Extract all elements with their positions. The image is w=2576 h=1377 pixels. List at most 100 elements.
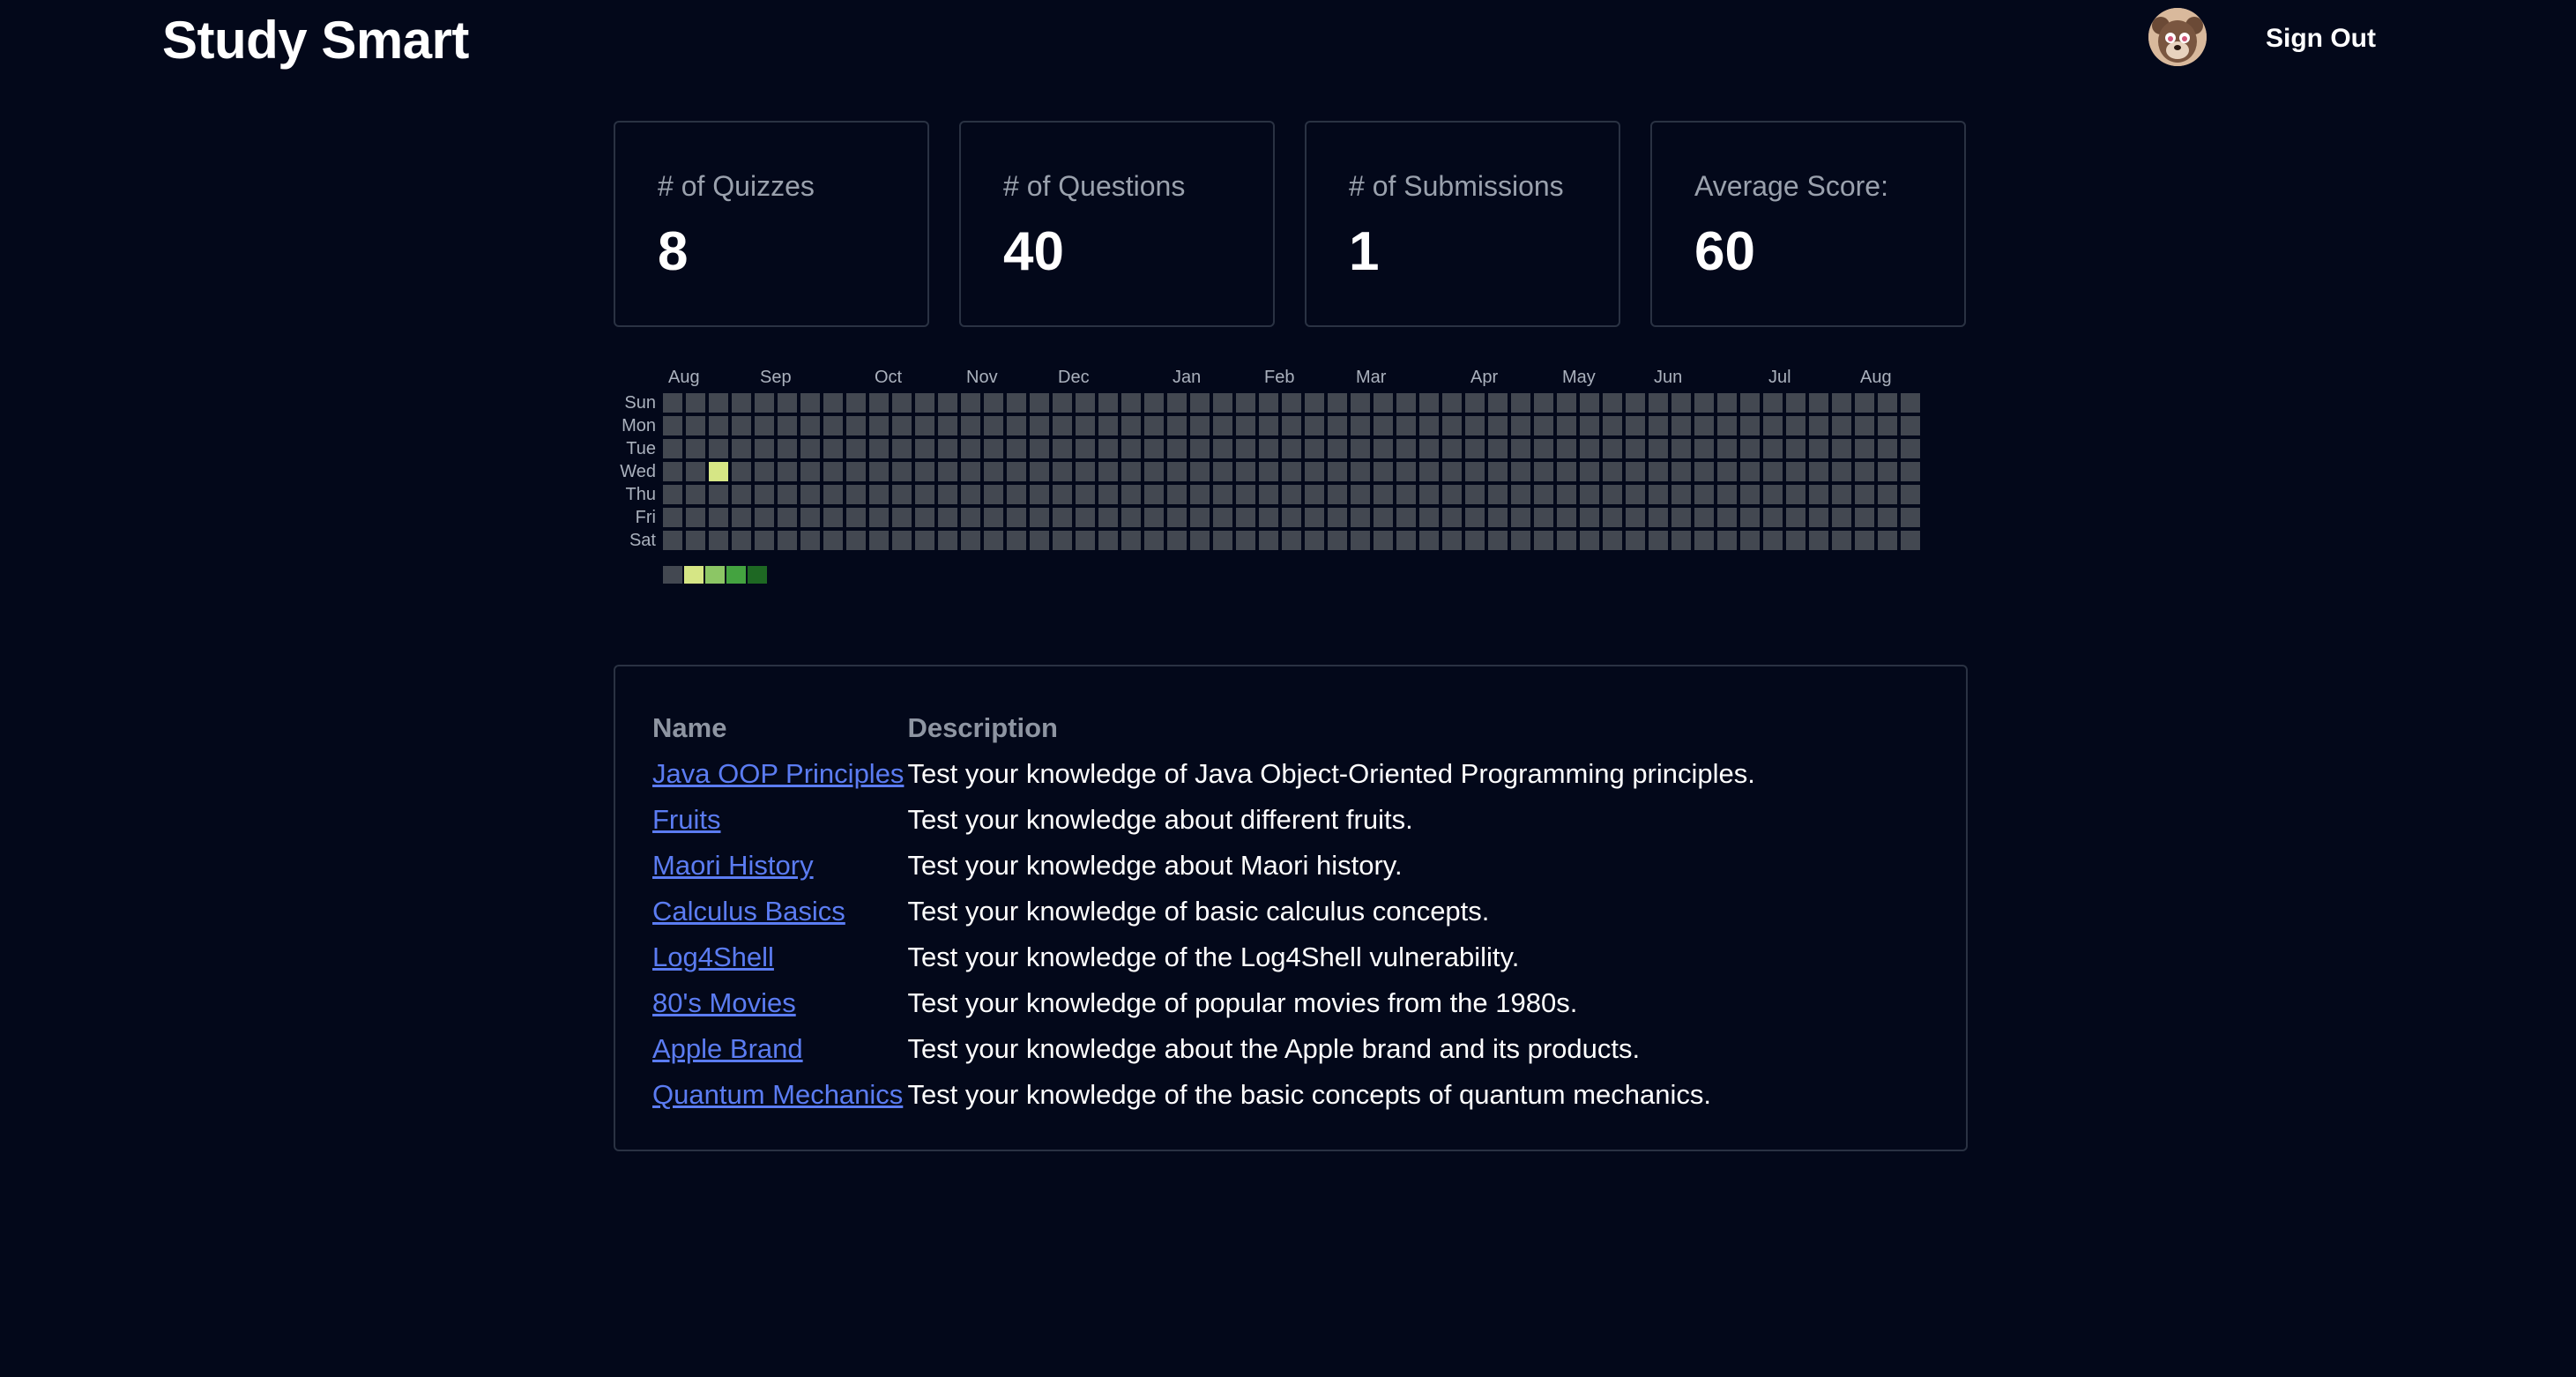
- heatmap-cell[interactable]: [1763, 485, 1783, 504]
- heatmap-cell[interactable]: [686, 462, 705, 481]
- heatmap-cell[interactable]: [1259, 416, 1278, 435]
- heatmap-cell[interactable]: [1282, 416, 1301, 435]
- heatmap-cell[interactable]: [1832, 416, 1851, 435]
- heatmap-cell[interactable]: [1740, 485, 1760, 504]
- heatmap-cell[interactable]: [1121, 462, 1141, 481]
- heatmap-cell[interactable]: [1488, 439, 1508, 458]
- heatmap-cell[interactable]: [1557, 531, 1576, 550]
- heatmap-cell[interactable]: [1763, 416, 1783, 435]
- heatmap-cell[interactable]: [938, 439, 957, 458]
- quiz-link[interactable]: Log4Shell: [652, 942, 774, 972]
- heatmap-cell[interactable]: [1855, 531, 1874, 550]
- heatmap-cell[interactable]: [1534, 485, 1553, 504]
- heatmap-cell[interactable]: [1167, 393, 1187, 413]
- heatmap-cell[interactable]: [938, 531, 957, 550]
- heatmap-cell[interactable]: [1855, 393, 1874, 413]
- heatmap-cell[interactable]: [823, 508, 843, 527]
- heatmap-cell[interactable]: [1580, 508, 1599, 527]
- heatmap-cell[interactable]: [1259, 393, 1278, 413]
- heatmap-cell[interactable]: [1305, 531, 1324, 550]
- heatmap-cell[interactable]: [1328, 462, 1347, 481]
- heatmap-cell[interactable]: [1626, 531, 1645, 550]
- heatmap-cell[interactable]: [1374, 416, 1393, 435]
- heatmap-cell[interactable]: [1832, 439, 1851, 458]
- heatmap-cell[interactable]: [1190, 439, 1210, 458]
- heatmap-cell[interactable]: [1351, 393, 1370, 413]
- heatmap-cell[interactable]: [1488, 462, 1508, 481]
- heatmap-cell[interactable]: [1488, 416, 1508, 435]
- heatmap-cell[interactable]: [1534, 531, 1553, 550]
- heatmap-cell[interactable]: [1878, 462, 1897, 481]
- heatmap-cell[interactable]: [1671, 485, 1691, 504]
- heatmap-cell[interactable]: [732, 485, 751, 504]
- heatmap-cell[interactable]: [732, 531, 751, 550]
- heatmap-cell[interactable]: [1626, 416, 1645, 435]
- heatmap-cell[interactable]: [800, 393, 820, 413]
- heatmap-cell[interactable]: [1007, 508, 1026, 527]
- heatmap-cell[interactable]: [709, 393, 728, 413]
- heatmap-cell[interactable]: [1442, 485, 1462, 504]
- heatmap-cell[interactable]: [1511, 508, 1530, 527]
- heatmap-cell[interactable]: [1098, 393, 1118, 413]
- heatmap-cell[interactable]: [1419, 416, 1439, 435]
- heatmap-cell[interactable]: [1328, 531, 1347, 550]
- heatmap-cell[interactable]: [1488, 508, 1508, 527]
- heatmap-cell[interactable]: [1213, 485, 1232, 504]
- heatmap-cell[interactable]: [1098, 416, 1118, 435]
- heatmap-cell[interactable]: [1282, 508, 1301, 527]
- heatmap-cell[interactable]: [1053, 462, 1072, 481]
- heatmap-cell[interactable]: [1626, 393, 1645, 413]
- heatmap-cell[interactable]: [663, 462, 682, 481]
- heatmap-cell[interactable]: [961, 485, 980, 504]
- heatmap-cell[interactable]: [846, 508, 866, 527]
- heatmap-cell[interactable]: [1190, 485, 1210, 504]
- heatmap-cell[interactable]: [1236, 485, 1255, 504]
- heatmap-cell[interactable]: [1098, 439, 1118, 458]
- heatmap-cell[interactable]: [1351, 531, 1370, 550]
- heatmap-cell[interactable]: [1213, 393, 1232, 413]
- heatmap-cell[interactable]: [1351, 439, 1370, 458]
- heatmap-cell[interactable]: [1855, 439, 1874, 458]
- heatmap-cell[interactable]: [1878, 416, 1897, 435]
- heatmap-cell[interactable]: [1511, 439, 1530, 458]
- heatmap-cell[interactable]: [846, 439, 866, 458]
- heatmap-cell[interactable]: [1259, 508, 1278, 527]
- heatmap-cell[interactable]: [1305, 416, 1324, 435]
- heatmap-cell[interactable]: [1809, 485, 1828, 504]
- heatmap-cell[interactable]: [1213, 508, 1232, 527]
- heatmap-cell[interactable]: [1190, 393, 1210, 413]
- heatmap-cell[interactable]: [1809, 439, 1828, 458]
- heatmap-cell[interactable]: [938, 508, 957, 527]
- heatmap-cell[interactable]: [800, 439, 820, 458]
- heatmap-cell[interactable]: [1236, 462, 1255, 481]
- heatmap-cell[interactable]: [1580, 416, 1599, 435]
- heatmap-cell[interactable]: [1649, 462, 1668, 481]
- heatmap-cell[interactable]: [1053, 416, 1072, 435]
- heatmap-cell[interactable]: [1030, 508, 1049, 527]
- heatmap-cell[interactable]: [1167, 508, 1187, 527]
- heatmap-cell[interactable]: [1809, 508, 1828, 527]
- heatmap-cell[interactable]: [1259, 462, 1278, 481]
- heatmap-cell[interactable]: [1694, 416, 1714, 435]
- heatmap-cell[interactable]: [961, 508, 980, 527]
- heatmap-cell[interactable]: [755, 393, 774, 413]
- heatmap-cell[interactable]: [1351, 485, 1370, 504]
- heatmap-cell[interactable]: [1763, 439, 1783, 458]
- heatmap-cell[interactable]: [1007, 462, 1026, 481]
- heatmap-cell[interactable]: [778, 416, 797, 435]
- heatmap-cell[interactable]: [1671, 439, 1691, 458]
- heatmap-cell[interactable]: [1740, 462, 1760, 481]
- heatmap-cell[interactable]: [1901, 531, 1920, 550]
- heatmap-cell[interactable]: [1603, 485, 1622, 504]
- heatmap-cell[interactable]: [961, 462, 980, 481]
- heatmap-cell[interactable]: [1328, 393, 1347, 413]
- heatmap-cell[interactable]: [1580, 531, 1599, 550]
- heatmap-cell[interactable]: [1351, 462, 1370, 481]
- heatmap-cell[interactable]: [1717, 416, 1737, 435]
- heatmap-cell[interactable]: [1832, 393, 1851, 413]
- heatmap-cell[interactable]: [915, 462, 934, 481]
- heatmap-cell[interactable]: [1030, 485, 1049, 504]
- heatmap-cell[interactable]: [1167, 531, 1187, 550]
- heatmap-cell[interactable]: [755, 508, 774, 527]
- heatmap-cell[interactable]: [1465, 462, 1485, 481]
